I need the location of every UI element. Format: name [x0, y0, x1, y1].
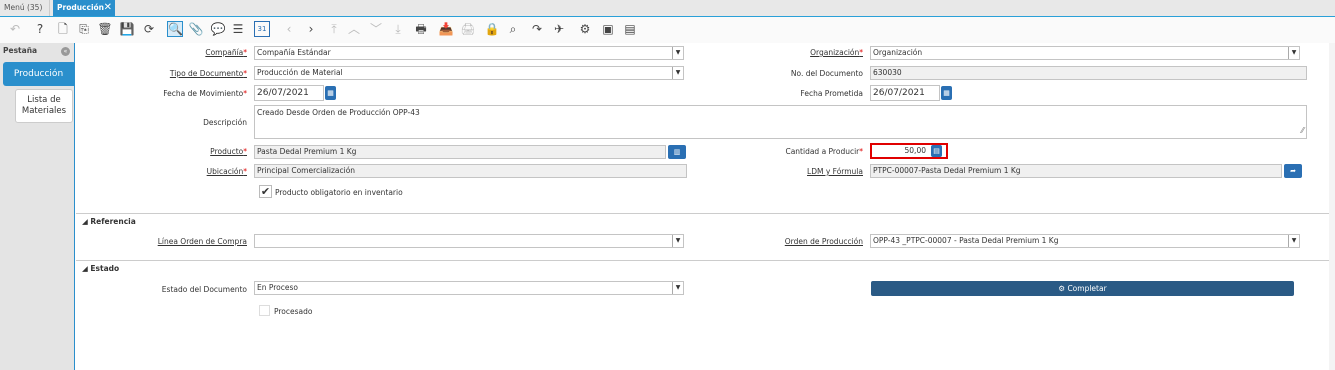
org-value: Organización: [873, 48, 923, 57]
delete-icon[interactable]: 🗑: [97, 21, 113, 37]
send-icon[interactable]: ✈: [551, 21, 567, 37]
zoom-icon[interactable]: ➦: [1284, 164, 1302, 178]
qty-label: Cantidad a Producir*: [785, 147, 863, 156]
chevron-down-icon[interactable]: ▼: [1288, 47, 1299, 59]
prev-icon[interactable]: ‹: [281, 21, 297, 37]
close-icon[interactable]: ✕: [104, 0, 112, 16]
chat-icon[interactable]: 💬: [210, 21, 226, 37]
chevron-down-icon[interactable]: ▼: [672, 235, 683, 247]
mandatory-checkbox[interactable]: ✔: [259, 185, 272, 198]
refresh-icon[interactable]: ⟳: [141, 21, 157, 37]
first-icon[interactable]: ⤒: [326, 21, 342, 37]
tab-panel: Pestaña « Producción Lista de Materiales: [0, 43, 75, 370]
bom-field[interactable]: PTPC-00007-Pasta Dedal Premium 1 Kg: [870, 164, 1282, 178]
archive-icon[interactable]: 📥: [438, 21, 454, 37]
docstatus-label: Estado del Documento: [161, 285, 247, 294]
docno-field[interactable]: 630030: [870, 66, 1307, 80]
poline-field[interactable]: ▼: [254, 234, 684, 248]
collapse-icon[interactable]: «: [61, 47, 70, 56]
promdate-field[interactable]: 26/07/2021: [870, 85, 940, 101]
window-tab-bar: Menú (35) Producción ✕: [0, 0, 1335, 17]
last-icon[interactable]: ⤓: [390, 21, 406, 37]
chevron-down-icon[interactable]: ▼: [1288, 235, 1299, 247]
prodorder-label: Orden de Producción: [784, 237, 863, 246]
section-estado[interactable]: ◢ Estado: [82, 264, 119, 273]
doctype-field[interactable]: Producción de Material ▼: [254, 66, 684, 80]
up-icon[interactable]: ︿: [346, 21, 362, 37]
prodorder-field[interactable]: OPP-43 _PTPC-00007 - Pasta Dedal Premium…: [870, 234, 1300, 248]
section-divider: [76, 260, 1335, 261]
section-referencia[interactable]: ◢ Referencia: [82, 217, 136, 226]
company-label: Compañía*: [205, 48, 247, 57]
report-icon[interactable]: 🖶: [413, 21, 429, 37]
tab-panel-title: Pestaña: [3, 46, 38, 55]
process-icon[interactable]: ⚙: [577, 21, 593, 37]
doctype-value: Producción de Material: [257, 68, 343, 77]
zoom-icon[interactable]: ⌕: [505, 21, 521, 37]
desc-value: Creado Desde Orden de Producción OPP-43: [257, 108, 420, 117]
desc-field[interactable]: Creado Desde Orden de Producción OPP-43 …: [254, 105, 1307, 139]
lock-icon[interactable]: 🔒: [484, 21, 500, 37]
tab-menu[interactable]: Menú (35): [0, 0, 50, 16]
location-label: Ubicación*: [206, 167, 247, 176]
post-icon[interactable]: ▤: [622, 21, 638, 37]
calendar-icon[interactable]: ▦: [325, 86, 336, 100]
mandatory-label: Producto obligatorio en inventario: [275, 188, 403, 197]
desc-label: Descripción: [203, 118, 247, 127]
next-icon[interactable]: ›: [303, 21, 319, 37]
complete-button[interactable]: ⚙ Completar: [871, 281, 1294, 296]
org-field[interactable]: Organización ▼: [870, 46, 1300, 60]
processed-checkbox[interactable]: [259, 305, 270, 316]
docstatus-value: En Proceso: [257, 283, 299, 292]
tab-produccion-side[interactable]: Producción: [3, 62, 74, 86]
tab-produccion[interactable]: Producción ✕: [53, 0, 115, 16]
toolbar: ↶? 🗋 ⎘ 🗑 💾 ⟳ 🔍 📎 💬 ☰ 31 ‹ › ⤒ ︿ ﹀ ⤓ 🖶 📥 🖨 🔒 ⌕ ↷ ✈ ⚙ ▣ ▤: [0, 17, 1335, 43]
attachment-icon[interactable]: 📎: [188, 21, 204, 37]
scrollbar[interactable]: [1329, 43, 1335, 370]
docstatus-field[interactable]: En Proceso ▼: [254, 281, 684, 295]
export-icon[interactable]: ▣: [600, 21, 616, 37]
calendar-icon[interactable]: 31: [254, 21, 270, 37]
movdate-field[interactable]: 26/07/2021: [254, 85, 324, 101]
chevron-down-icon[interactable]: ▼: [672, 47, 683, 59]
bom-label: LDM y Fórmula: [807, 167, 863, 176]
qty-field[interactable]: 50,00: [873, 145, 928, 157]
product-search-icon[interactable]: ▥: [668, 145, 686, 159]
help-icon[interactable]: ?: [32, 21, 48, 37]
down-icon[interactable]: ﹀: [368, 21, 384, 37]
copy-icon[interactable]: ⎘: [76, 21, 92, 37]
save-icon[interactable]: 💾: [119, 21, 135, 37]
promdate-label: Fecha Prometida: [800, 89, 863, 98]
docno-label: No. del Documento: [790, 69, 863, 78]
location-field[interactable]: Principal Comercialización: [254, 164, 687, 178]
product-field[interactable]: Pasta Dedal Premium 1 Kg: [254, 145, 666, 159]
company-field[interactable]: Compañía Estándar ▼: [254, 46, 684, 60]
undo-icon[interactable]: ↶: [7, 21, 23, 37]
section-divider: [76, 213, 1335, 214]
tab-lista-materiales[interactable]: Lista de Materiales: [15, 89, 73, 123]
tab-produccion-label: Producción: [57, 3, 105, 12]
grid-toggle-icon[interactable]: ☰: [230, 21, 246, 37]
chevron-down-icon[interactable]: ▼: [672, 67, 683, 79]
processed-label: Procesado: [274, 307, 313, 316]
find-icon[interactable]: 🔍: [167, 21, 183, 37]
chevron-down-icon[interactable]: ▼: [672, 282, 683, 294]
company-value: Compañía Estándar: [257, 48, 331, 57]
new-icon[interactable]: 🗋: [55, 21, 71, 37]
workflow-icon[interactable]: ↷: [529, 21, 545, 37]
movdate-label: Fecha de Movimiento*: [163, 89, 247, 98]
prodorder-value: OPP-43 _PTPC-00007 - Pasta Dedal Premium…: [873, 236, 1059, 245]
doctype-label: Tipo de Documento*: [169, 69, 247, 78]
org-label: Organización*: [810, 48, 863, 57]
calendar-icon[interactable]: ▦: [941, 86, 952, 100]
resize-handle-icon[interactable]: ⁄⁄: [1301, 124, 1304, 138]
calculator-icon[interactable]: ▤: [931, 145, 942, 157]
poline-label: Línea Orden de Compra: [157, 237, 247, 246]
product-label: Producto*: [210, 147, 247, 156]
print-icon[interactable]: 🖨: [460, 21, 476, 37]
